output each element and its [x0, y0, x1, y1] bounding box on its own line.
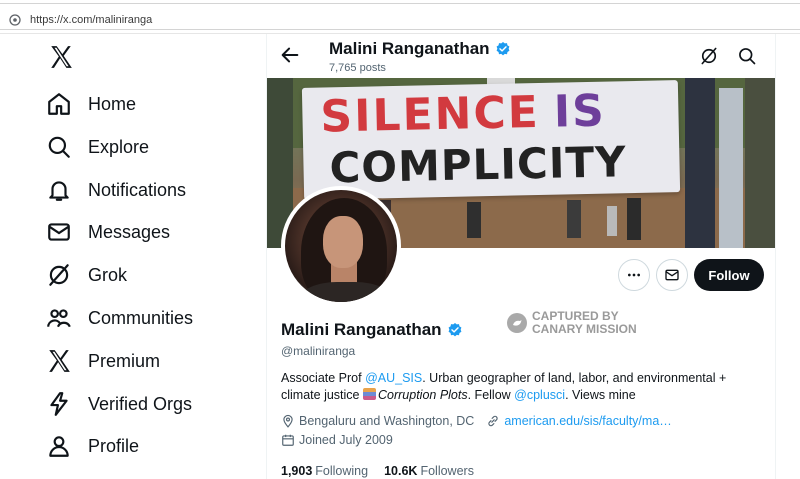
- books-emoji-icon: [362, 388, 376, 400]
- verified-badge-icon[interactable]: [447, 322, 463, 338]
- back-arrow-icon[interactable]: [279, 44, 301, 66]
- profile-bio: Associate Prof @AU_SIS. Urban geographer…: [281, 370, 761, 404]
- sidebar-item-label: Messages: [88, 221, 171, 242]
- profile-handle: @maliniranga: [281, 344, 356, 358]
- link-icon: [488, 415, 498, 427]
- followers-link[interactable]: 10.6K Followers: [384, 464, 474, 478]
- sign-line-1: SILENCE IS: [320, 86, 606, 143]
- avatar[interactable]: [281, 186, 401, 306]
- sidebar-item-notifications[interactable]: Notifications: [46, 172, 186, 208]
- calendar-icon: [282, 434, 294, 446]
- header-name-text: Malini Ranganathan: [329, 39, 490, 58]
- sidebar-item-label: Verified Orgs: [88, 393, 193, 414]
- watermark-line-2: CANARY MISSION: [532, 322, 637, 336]
- sidebar-item-premium[interactable]: Premium: [46, 343, 160, 379]
- sidebar: Home Explore Notifications Messages Grok…: [0, 34, 265, 479]
- bio-book-title: Corruption Plots: [377, 388, 468, 402]
- sidebar-item-label: Premium: [88, 350, 161, 371]
- sidebar-item-grok[interactable]: Grok: [46, 257, 127, 293]
- profile-meta-row: Bengaluru and Washington, DC american.ed…: [281, 414, 672, 428]
- avatar-shirt: [301, 282, 391, 302]
- sidebar-item-label: Home: [88, 93, 137, 114]
- grok-icon: [49, 264, 69, 286]
- people-icon: [47, 309, 71, 328]
- bio-mention-au-sis[interactable]: @AU_SIS: [365, 371, 422, 385]
- profile-location: Bengaluru and Washington, DC: [299, 414, 475, 428]
- profile-joined-date: Joined July 2009: [299, 433, 393, 447]
- following-link[interactable]: 1,903 Following: [281, 464, 368, 478]
- sidebar-item-verified-orgs[interactable]: Verified Orgs: [46, 386, 192, 422]
- mail-icon: [48, 223, 70, 241]
- sidebar-item-label: Notifications: [88, 179, 187, 200]
- location-pin-icon: [283, 414, 293, 428]
- verified-badge-icon[interactable]: [495, 41, 511, 57]
- bio-text: . Views mine: [565, 388, 636, 402]
- site-info-icon[interactable]: [9, 14, 21, 26]
- grok-icon[interactable]: [699, 46, 719, 66]
- followers-label: Followers: [420, 464, 474, 478]
- watermark-text: CAPTURED BY CANARY MISSION: [532, 310, 637, 336]
- header-name: Malini Ranganathan: [329, 39, 511, 59]
- following-count: 1,903: [281, 464, 313, 478]
- profile-name-text: Malini Ranganathan: [281, 320, 442, 339]
- sidebar-item-label: Communities: [88, 307, 194, 328]
- search-icon: [48, 136, 70, 158]
- profile-name: Malini Ranganathan: [281, 320, 463, 340]
- sign-is-text: IS: [553, 85, 607, 138]
- sidebar-item-home[interactable]: Home: [46, 86, 136, 122]
- sidebar-item-label: Profile: [88, 435, 140, 456]
- sidebar-item-profile[interactable]: Profile: [46, 428, 139, 464]
- browser-address-bar: https://x.com/maliniranga: [0, 0, 800, 34]
- profile-header-bar: Malini Ranganathan 7,765 posts: [267, 34, 775, 78]
- profile-column: Malini Ranganathan 7,765 posts SILENCE IS…: [266, 34, 776, 479]
- more-dots-icon: [628, 273, 640, 277]
- watermark-stamp: CAPTURED BY CANARY MISSION: [507, 310, 637, 336]
- url-field[interactable]: https://x.com/maliniranga: [0, 3, 800, 30]
- sidebar-item-label: Grok: [88, 264, 128, 285]
- followers-count: 10.6K: [384, 464, 418, 478]
- post-count: 7,765 posts: [329, 62, 386, 74]
- follow-stats: 1,903 Following 10.6K Followers: [281, 464, 474, 478]
- url-text[interactable]: https://x.com/maliniranga: [30, 14, 152, 26]
- following-label: Following: [315, 464, 369, 478]
- bio-text: . Fellow: [467, 388, 515, 402]
- more-options-button[interactable]: [618, 259, 650, 291]
- person-icon: [49, 436, 69, 457]
- protest-sign: SILENCE IS COMPLICITY: [301, 80, 681, 200]
- x-icon: [49, 350, 70, 372]
- sidebar-item-messages[interactable]: Messages: [46, 214, 170, 250]
- sidebar-item-explore[interactable]: Explore: [46, 129, 149, 165]
- x-logo-icon[interactable]: [48, 44, 74, 70]
- profile-joined-row: Joined July 2009: [281, 433, 393, 447]
- search-icon[interactable]: [737, 46, 757, 66]
- avatar-face: [323, 216, 363, 268]
- sign-line-2: COMPLICITY: [329, 137, 628, 193]
- canary-bird-icon: [507, 313, 527, 333]
- profile-website-link[interactable]: american.edu/sis/faculty/ma…: [504, 414, 671, 428]
- lightning-icon: [50, 392, 68, 416]
- bell-icon: [49, 181, 69, 201]
- message-button[interactable]: [656, 259, 688, 291]
- sidebar-item-label: Explore: [88, 136, 150, 157]
- home-icon: [48, 93, 70, 115]
- mail-icon: [665, 269, 679, 281]
- bio-mention-cplusci[interactable]: @cplusci: [514, 388, 565, 402]
- sidebar-item-communities[interactable]: Communities: [46, 300, 193, 336]
- follow-button[interactable]: Follow: [694, 259, 764, 291]
- sign-line-1-text: SILENCE: [319, 86, 541, 143]
- bio-text: Associate Prof: [281, 371, 366, 385]
